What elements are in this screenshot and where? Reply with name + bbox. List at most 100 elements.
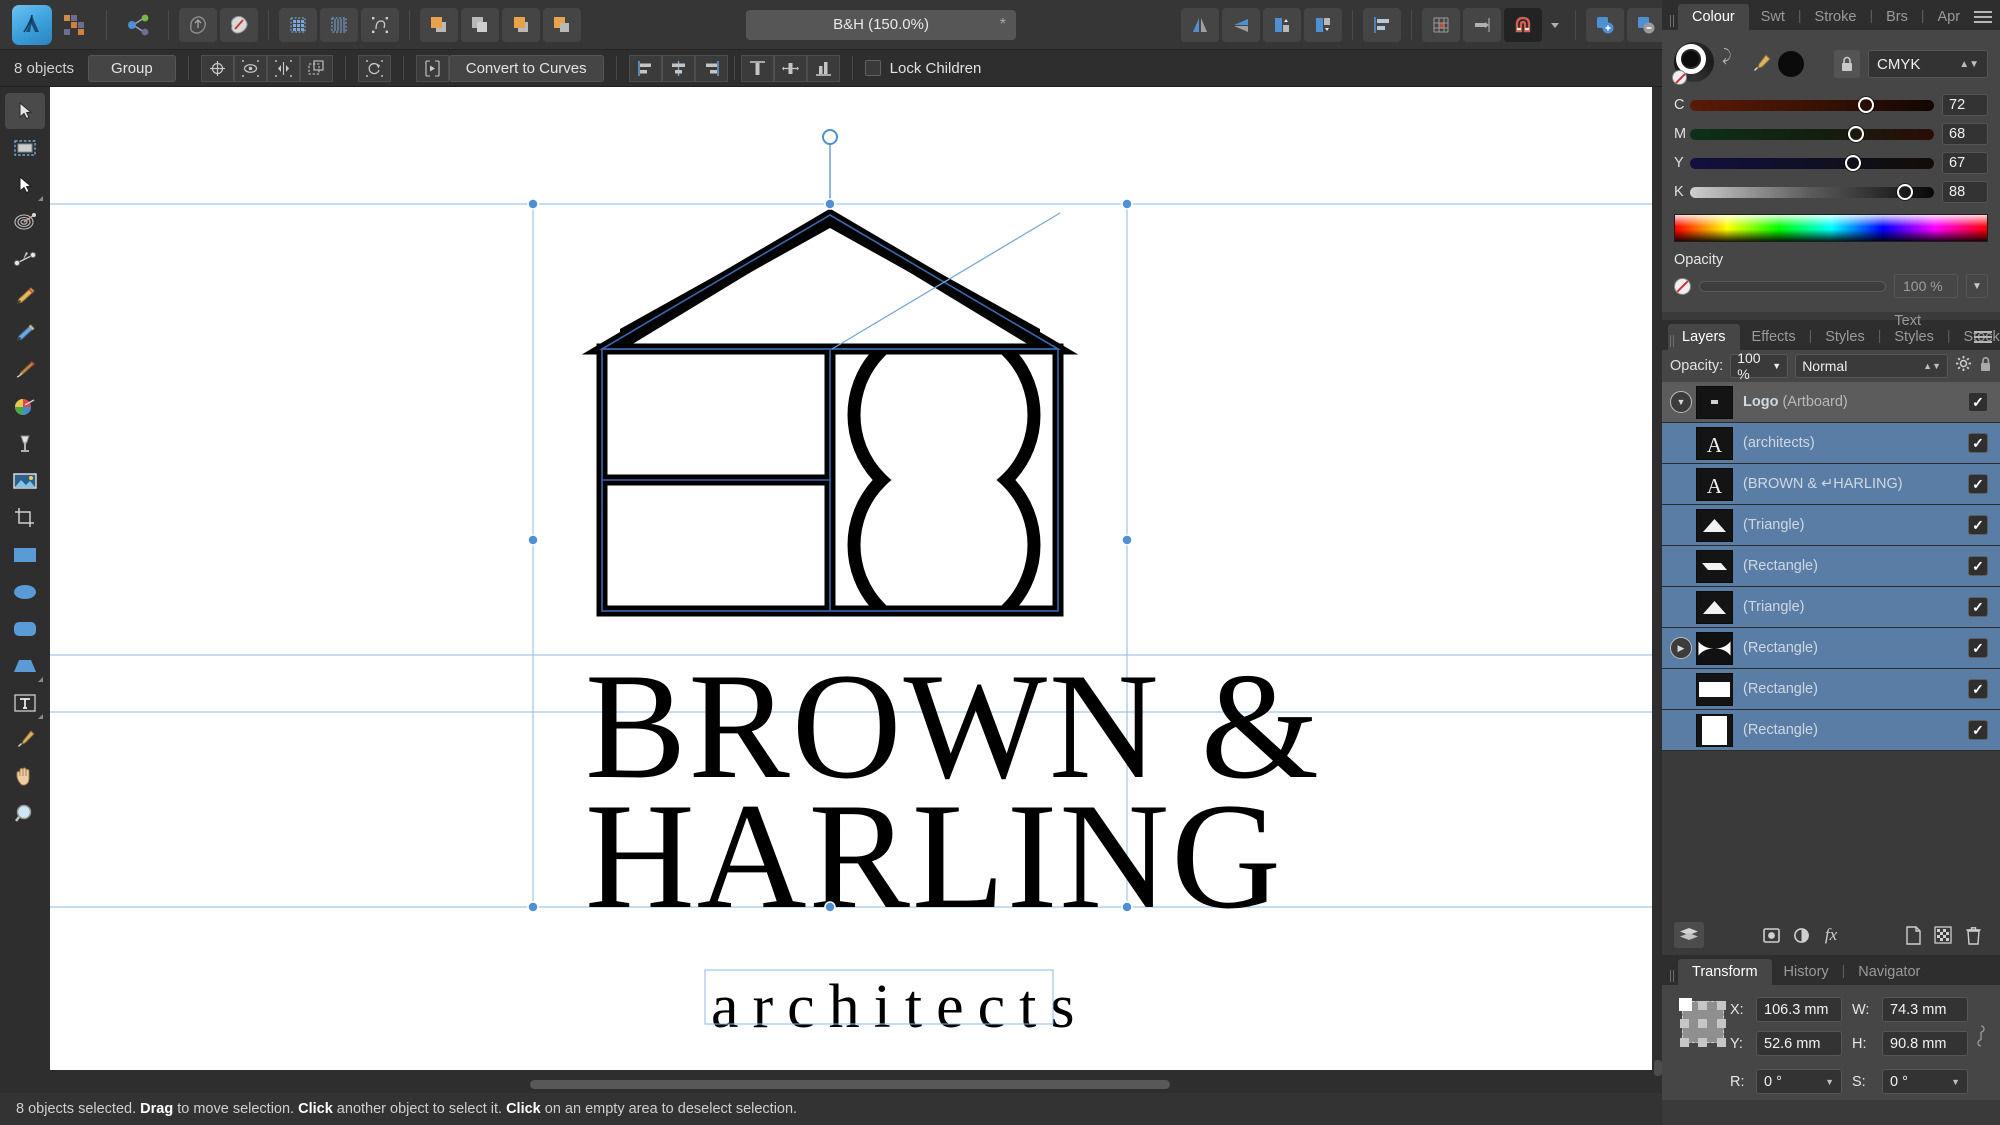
order-forward-icon[interactable] — [420, 7, 458, 42]
blend-mode-select[interactable]: Normal ▲▼ — [1795, 354, 1948, 378]
horizontal-scroll-thumb[interactable] — [530, 1080, 1170, 1089]
expand-stroke-icon[interactable] — [415, 54, 449, 82]
rotate-left-icon[interactable] — [1263, 7, 1301, 42]
layer-visibility-checkbox[interactable]: ✓ — [1968, 597, 1988, 617]
eyedropper-icon[interactable] — [1750, 53, 1772, 75]
fill-stroke-colour-wheel[interactable] — [1672, 42, 1718, 86]
layer-effects-icon[interactable]: fx — [1816, 922, 1846, 948]
align-right-icon[interactable] — [694, 54, 728, 82]
tab-brushes[interactable]: Brs — [1874, 5, 1920, 30]
panel-menu-icon[interactable] — [1974, 11, 1992, 25]
boolean-subtract-icon[interactable] — [1627, 7, 1665, 42]
reset-rotation-icon[interactable] — [357, 54, 391, 82]
current-fill-swatch[interactable] — [1777, 51, 1804, 77]
artboard-tool[interactable] — [5, 130, 45, 166]
colour-picker-tool[interactable] — [5, 722, 45, 758]
transparency-tool[interactable] — [5, 426, 45, 462]
layer-visibility-checkbox[interactable]: ✓ — [1968, 433, 1988, 453]
order-front-icon[interactable] — [502, 7, 540, 42]
field-y[interactable]: 52.6 mm — [1756, 1031, 1842, 1056]
persona-export-icon[interactable] — [120, 8, 158, 42]
layer-visibility-checkbox[interactable]: ✓ — [1968, 679, 1988, 699]
panel-grip-icon[interactable] — [1668, 967, 1678, 985]
show-hide-icon[interactable] — [233, 54, 267, 82]
align-left-icon[interactable] — [1363, 7, 1401, 42]
snapping-dropdown-icon[interactable] — [1545, 8, 1565, 42]
colour-spectrum-strip[interactable] — [1674, 214, 1988, 242]
lock-children-checkbox[interactable] — [864, 60, 881, 76]
paintbrush-tool[interactable] — [5, 352, 45, 388]
opacity-value[interactable]: 100 % — [1894, 274, 1958, 298]
rounded-rectangle-tool[interactable] — [5, 611, 45, 647]
flip-vertical-icon[interactable] — [1222, 7, 1260, 42]
magnet-icon[interactable] — [1504, 7, 1542, 42]
layer-visibility-checkbox[interactable]: ✓ — [1968, 392, 1988, 412]
logo-artwork[interactable]: BROWN & HARLING architects — [50, 87, 1652, 1070]
order-behind-icon[interactable] — [543, 7, 581, 42]
channel-slider-c[interactable] — [1690, 96, 1934, 113]
layer-lock-icon[interactable] — [1979, 356, 1992, 377]
channel-knob-m[interactable] — [1847, 125, 1864, 142]
channel-knob-y[interactable] — [1845, 154, 1862, 171]
snapping-grid-icon[interactable] — [279, 7, 317, 42]
place-image-tool[interactable] — [5, 463, 45, 499]
zoom-tool[interactable] — [5, 796, 45, 832]
adjustment-layer-icon[interactable] — [1786, 922, 1816, 948]
rectangle-tool[interactable] — [5, 537, 45, 573]
layer-visibility-checkbox[interactable]: ✓ — [1968, 720, 1988, 740]
opacity-dropdown-icon[interactable]: ▼ — [1966, 274, 1988, 298]
field-w[interactable]: 74.3 mm — [1882, 997, 1968, 1022]
vertical-scroll-thumb[interactable] — [1654, 1060, 1662, 1076]
disclosure-triangle-icon[interactable]: ▼ — [1670, 391, 1692, 413]
document-title-field[interactable]: B&H (150.0%) * — [746, 9, 1016, 40]
layer-row-triangle-2[interactable]: (Triangle) ✓ — [1662, 587, 2000, 628]
tab-appearance[interactable]: Apr — [1925, 5, 1972, 30]
flip-horizontal-icon[interactable] — [1181, 7, 1219, 42]
pen-tool[interactable] — [5, 241, 45, 277]
anchor-point-selector[interactable] — [1676, 997, 1726, 1053]
channel-value-m[interactable]: 68 — [1942, 123, 1988, 145]
layer-visibility-checkbox[interactable]: ✓ — [1968, 474, 1988, 494]
field-rotation[interactable]: 0 ° ▼ — [1756, 1069, 1842, 1094]
link-dimensions-icon[interactable] — [1976, 997, 1986, 1052]
document-canvas[interactable]: BROWN & HARLING architects — [50, 87, 1652, 1070]
tab-navigator[interactable]: Navigator — [1846, 960, 1932, 985]
channel-slider-y[interactable] — [1690, 154, 1934, 171]
channel-value-k[interactable]: 88 — [1942, 181, 1988, 203]
layer-row-brown-harling[interactable]: A (BROWN & ↵HARLING) ✓ — [1662, 464, 2000, 505]
crop-tool[interactable] — [5, 500, 45, 536]
layers-opacity-value[interactable]: 100 % ▼ — [1730, 350, 1789, 382]
grid-settings-icon[interactable] — [1422, 7, 1460, 42]
persona-pixel-icon[interactable] — [55, 8, 93, 42]
panel-grip-icon[interactable] — [1668, 12, 1678, 30]
layer-row-artboard[interactable]: ▼ Logo (Artboard) ✓ — [1662, 382, 2000, 423]
rotation-handle[interactable] — [822, 129, 838, 204]
house-logo-mark[interactable] — [581, 208, 1079, 635]
align-left-icon[interactable] — [628, 54, 662, 82]
snapping-icon[interactable] — [1463, 7, 1501, 42]
tab-text-styles[interactable]: Text Styles — [1882, 309, 1945, 350]
horizontal-scrollbar[interactable] — [50, 1078, 1652, 1090]
fountain-pen-tool[interactable] — [5, 278, 45, 314]
tab-swatches[interactable]: Swt — [1749, 5, 1797, 30]
field-h[interactable]: 90.8 mm — [1882, 1031, 1968, 1056]
opacity-none-icon[interactable] — [1674, 277, 1691, 295]
mask-layer-icon[interactable] — [1756, 922, 1786, 948]
mirror-icon[interactable] — [266, 54, 300, 82]
corner-tool[interactable] — [5, 204, 45, 240]
open-document-icon[interactable] — [220, 7, 258, 42]
field-x[interactable]: 106.3 mm — [1756, 997, 1842, 1022]
no-colour-icon[interactable] — [1672, 70, 1687, 85]
layer-row-architects[interactable]: A (architects) ✓ — [1662, 423, 2000, 464]
duplicate-icon[interactable] — [299, 54, 333, 82]
layer-row-rectangle-1[interactable]: (Rectangle) ✓ — [1662, 546, 2000, 587]
tab-styles[interactable]: Styles — [1813, 325, 1877, 350]
new-document-icon[interactable] — [179, 7, 217, 42]
move-tool[interactable] — [5, 93, 45, 129]
swap-fill-stroke-icon[interactable]: ⤸ — [1722, 48, 1732, 66]
lock-children-toggle[interactable]: Lock Children — [864, 60, 981, 77]
lock-colour-model-icon[interactable] — [1834, 50, 1860, 78]
trapezoid-tool[interactable] — [5, 648, 45, 684]
layer-visibility-checkbox[interactable]: ✓ — [1968, 638, 1988, 658]
convert-to-curves-button[interactable]: Convert to Curves — [448, 54, 604, 82]
